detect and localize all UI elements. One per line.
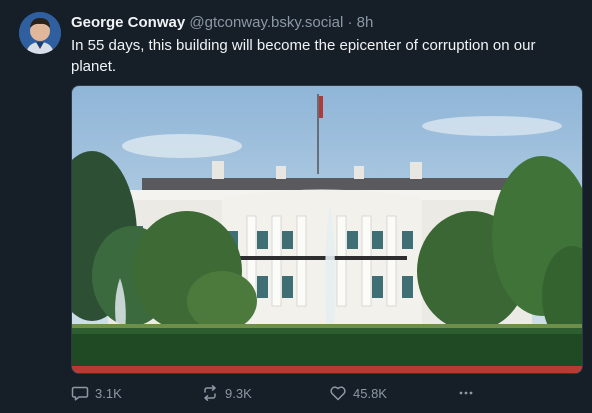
heart-icon bbox=[330, 386, 346, 401]
post-timestamp[interactable]: 8h bbox=[357, 14, 374, 31]
post-actions: 3.1K 9.3K 45.8K bbox=[71, 384, 583, 404]
repost-button[interactable]: 9.3K bbox=[201, 384, 252, 402]
white-house-photo bbox=[72, 86, 582, 373]
author-name[interactable]: George Conway bbox=[71, 14, 185, 31]
repost-arrows-icon bbox=[204, 385, 216, 401]
header-separator: · bbox=[347, 14, 353, 31]
repost-count: 9.3K bbox=[225, 385, 252, 401]
reply-button[interactable]: 3.1K bbox=[71, 384, 122, 402]
post-image[interactable] bbox=[71, 85, 583, 374]
like-count: 45.8K bbox=[353, 385, 387, 401]
author-handle[interactable]: @gtconway.bsky.social bbox=[189, 14, 343, 31]
reply-count: 3.1K bbox=[95, 385, 122, 401]
like-button[interactable]: 45.8K bbox=[329, 384, 387, 402]
more-options-button[interactable] bbox=[457, 384, 481, 402]
ellipsis-icon bbox=[459, 391, 473, 395]
post-text: In 55 days, this building will become th… bbox=[71, 37, 536, 75]
post-card[interactable]: George Conway @gtconway.bsky.social · 8h… bbox=[0, 0, 592, 413]
post-header: George Conway @gtconway.bsky.social · 8h bbox=[71, 13, 373, 33]
author-avatar[interactable] bbox=[19, 12, 61, 54]
speech-bubble-icon bbox=[71, 386, 89, 401]
avatar-image bbox=[19, 12, 61, 54]
